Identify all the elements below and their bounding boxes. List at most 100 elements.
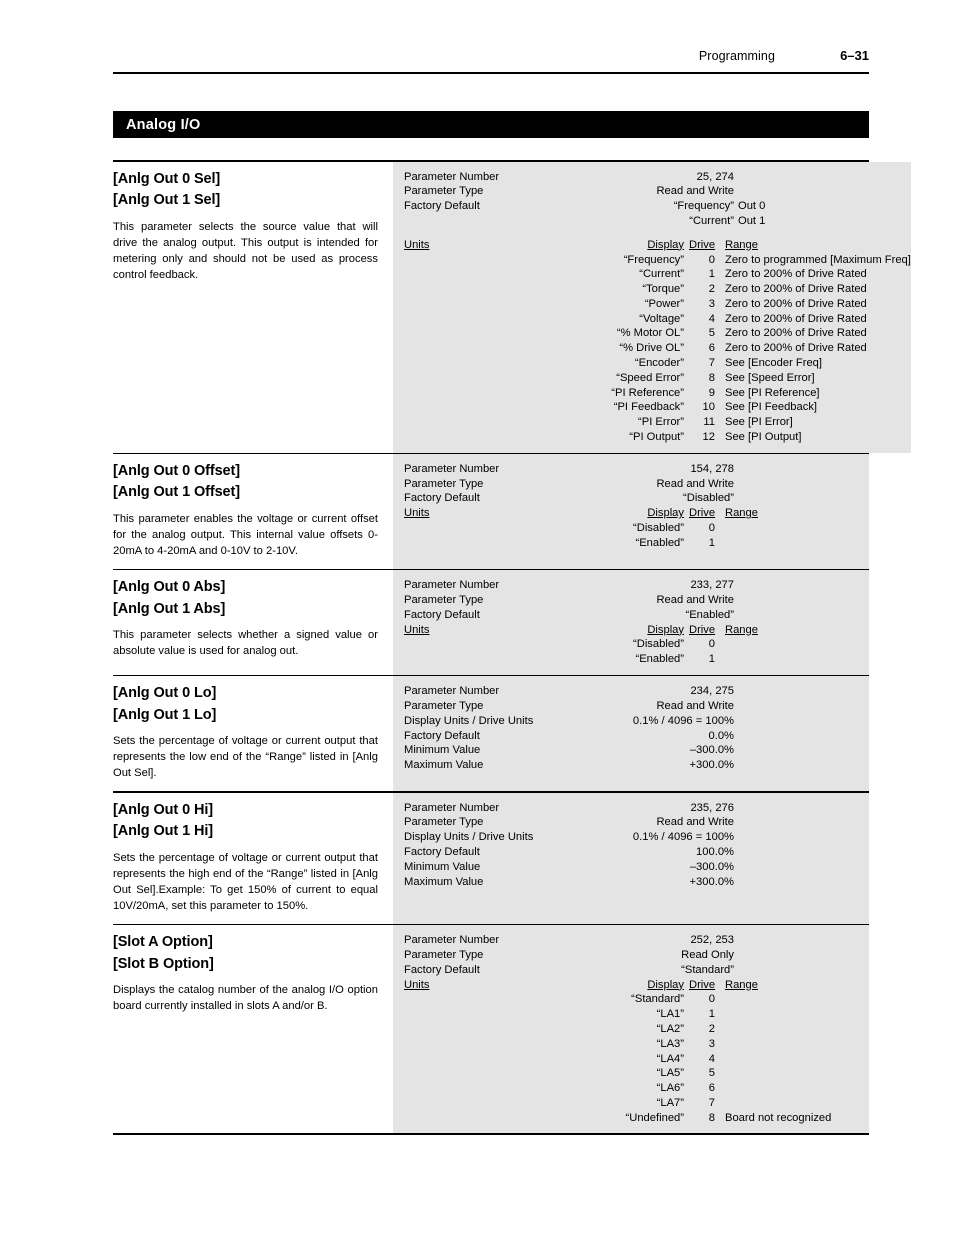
enum-row: “PI Feedback” 10 See [PI Feedback] [393, 400, 911, 415]
enum-display: “Disabled” [633, 521, 684, 534]
enum-display: Display [647, 978, 684, 991]
enum-drive: 4 [708, 312, 715, 325]
parameter-block-right: Parameter Number 154, 278 Parameter Type Re… [393, 453, 869, 570]
parameter-block-left: [Anlg Out 0 Offset] [Anlg Out 1 Offset] Th… [113, 453, 393, 570]
header-divider [113, 72, 869, 74]
parameter-block-left: [Anlg Out 0 Sel] [Anlg Out 1 Sel] This par… [113, 161, 393, 453]
enum-range: See [PI Reference] [725, 386, 820, 399]
attribute-value-suffix: Out 1 [738, 214, 766, 227]
attribute-value: Read and Write [656, 699, 734, 712]
attribute-value: Read and Write [656, 477, 734, 490]
attribute-label: Factory Default [404, 729, 480, 742]
enum-range: Zero to programmed [Maximum Freq] [725, 253, 911, 266]
parameter-block: [Anlg Out 0 Sel] [Anlg Out 1 Sel] This par… [113, 161, 911, 453]
enum-display: “PI Feedback” [613, 401, 684, 414]
parameter-block: [Anlg Out 0 Hi] [Anlg Out 1 Hi] Sets the p… [113, 792, 869, 925]
enum-row: “LA1” 1 [393, 1007, 869, 1022]
enum-display: “PI Reference” [611, 386, 684, 399]
enum-row: “LA3” 3 [393, 1037, 869, 1052]
enum-display: “% Motor OL” [616, 327, 684, 340]
enum-row: “Standard” 0 [393, 992, 869, 1007]
parameter-description: Displays the catalog number of the analo… [113, 984, 378, 1013]
enum-display: Display [647, 507, 684, 520]
enum-display: Display [647, 238, 684, 251]
attribute-row: Parameter Type Read Only [393, 948, 869, 963]
attribute-label: Minimum Value [404, 744, 481, 757]
attribute-row: Factory Default 100.0% [393, 845, 869, 860]
parameter-block-left: [Anlg Out 0 Lo] [Anlg Out 1 Lo] Sets the p… [113, 676, 393, 792]
enum-range: Zero to 200% of Drive Rated [725, 297, 867, 310]
attribute-value: 233, 277 [690, 579, 734, 592]
enum-row: “Torque” 2 Zero to 200% of Drive Rated [393, 282, 911, 297]
enum-drive: 2 [708, 1022, 715, 1035]
enum-display: “LA5” [656, 1067, 684, 1080]
attribute-label: Display Units / Drive Units [404, 714, 534, 727]
enum-drive: 5 [708, 327, 715, 340]
enum-header-row: Units Display Drive Range [393, 238, 911, 253]
attribute-row: Display Units / Drive Units 0.1% / 4096 =… [393, 830, 869, 845]
enum-display: “LA3” [656, 1037, 684, 1050]
enum-drive: 12 [702, 430, 715, 443]
enum-range: Range [725, 507, 758, 520]
parameter-name: [Anlg Out 1 Sel] [113, 192, 221, 209]
attribute-label: Factory Default [404, 200, 480, 213]
enum-drive: 8 [708, 371, 715, 384]
attribute-row: Parameter Number 154, 278 [393, 462, 869, 477]
enum-header-row: Units Display Drive Range [393, 978, 869, 993]
attribute-row: Parameter Number 234, 275 [393, 684, 869, 699]
units-label: Units [404, 623, 430, 636]
enum-range: Range [725, 623, 758, 636]
attribute-label: Parameter Type [404, 949, 484, 962]
attribute-row: Minimum Value –300.0% [393, 743, 869, 758]
attribute-label: Parameter Number [404, 934, 500, 947]
attribute-value-suffix: Out 0 [738, 200, 766, 213]
units-label: Units [404, 978, 430, 991]
attribute-value: 0.1% / 4096 = 100% [632, 714, 734, 727]
section-header-bar: Analog I/O [113, 111, 869, 138]
attribute-row: Parameter Type Read and Write [393, 815, 869, 830]
enum-row: “Enabled” 1 [393, 652, 869, 667]
enum-row: “Undefined” 8 Board not recognized [393, 1111, 869, 1126]
parameter-name: [Anlg Out 1 Offset] [113, 484, 240, 501]
attribute-label: Parameter Number [404, 801, 500, 814]
attribute-label: Parameter Type [404, 699, 484, 712]
parameter-description: This parameter selects whether a signed … [113, 629, 378, 658]
enum-range: See [PI Feedback] [725, 401, 818, 414]
attribute-value: –300.0% [689, 860, 734, 873]
parameter-name: [Slot A Option] [113, 934, 213, 951]
enum-drive: 1 [708, 268, 715, 281]
enum-header-row: Units Display Drive Range [393, 623, 869, 638]
attribute-row: Parameter Number 252, 253 [393, 933, 869, 948]
attribute-row: Parameter Number 233, 277 [393, 578, 869, 593]
attribute-row: Parameter Type Read and Write [393, 184, 911, 199]
enum-display: “Speed Error” [616, 371, 684, 384]
parameter-block-right: Parameter Number 233, 277 Parameter Type Re… [393, 570, 869, 675]
enum-display: “PI Output” [629, 430, 684, 443]
attribute-label: Factory Default [404, 846, 480, 858]
attribute-value: Read and Write [656, 594, 734, 607]
enum-row: “LA2” 2 [393, 1022, 869, 1037]
enum-display: “Frequency” [623, 253, 684, 266]
enum-display: “LA1” [656, 1008, 684, 1021]
attribute-row: Parameter Number 25, 274 [393, 170, 911, 185]
enum-drive: 1 [708, 653, 715, 666]
enum-display: “% Drive OL” [619, 342, 684, 355]
attribute-label: Maximum Value [404, 875, 484, 888]
attribute-value: Read and Write [656, 816, 734, 829]
parameter-description: This parameter selects the source value … [113, 220, 378, 281]
block-divider [113, 1133, 869, 1135]
attribute-value: 100.0% [696, 846, 734, 858]
enum-drive: 8 [708, 1111, 715, 1124]
attribute-value: “Enabled” [685, 608, 734, 621]
attribute-value: +300.0% [689, 875, 734, 888]
parameter-name: [Anlg Out 0 Lo] [113, 685, 217, 702]
enum-row: “% Motor OL” 5 Zero to 200% of Drive Rated [393, 326, 911, 341]
attribute-label: Factory Default [404, 492, 480, 505]
enum-drive: 3 [708, 297, 715, 310]
attribute-row: Parameter Type Read and Write [393, 477, 869, 492]
attribute-label: Parameter Number [404, 579, 500, 592]
parameter-block-left: [Slot A Option] [Slot B Option] Displays t… [113, 925, 393, 1134]
enum-row: “Enabled” 1 [393, 536, 869, 551]
parameter-block-left: [Anlg Out 0 Hi] [Anlg Out 1 Hi] Sets the p… [113, 792, 393, 925]
